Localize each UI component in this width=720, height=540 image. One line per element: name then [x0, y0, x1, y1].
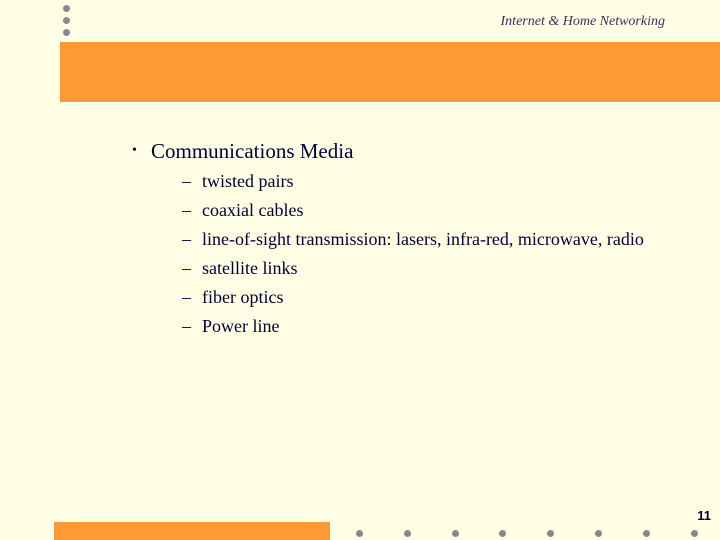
- bullet-icon: •: [132, 143, 137, 158]
- page-number: 11: [697, 508, 711, 523]
- list-item-text: Power line: [202, 316, 280, 336]
- header-accent-bar: [60, 42, 720, 102]
- decorative-dot: [499, 530, 506, 537]
- dash-icon: –: [182, 258, 191, 278]
- footer-accent-bar: [54, 522, 330, 540]
- list-item-text: coaxial cables: [202, 200, 304, 220]
- decorative-dot: [63, 5, 70, 12]
- dash-icon: –: [182, 229, 191, 249]
- decorative-dot: [356, 530, 363, 537]
- dash-icon: –: [182, 316, 191, 336]
- decorative-dot: [63, 17, 70, 24]
- list-item: – twisted pairs: [182, 167, 672, 196]
- slide-content: • Communications Media – twisted pairs –…: [132, 137, 672, 341]
- decorative-dot: [547, 530, 554, 537]
- list-item-text: twisted pairs: [202, 171, 294, 191]
- list-item-text: line-of-sight transmission: lasers, infr…: [202, 229, 644, 249]
- decorative-dot: [643, 530, 650, 537]
- list-item: – line-of-sight transmission: lasers, in…: [182, 225, 672, 254]
- list-item-text: satellite links: [202, 258, 298, 278]
- slide-heading: Communications Media: [151, 139, 354, 163]
- dash-icon: –: [182, 200, 191, 220]
- decorative-dot: [452, 530, 459, 537]
- header-title: Internet & Home Networking: [500, 14, 665, 29]
- decorative-dot: [404, 530, 411, 537]
- decorative-dot: [691, 530, 698, 537]
- decorative-dot: [63, 29, 70, 36]
- list-item-text: fiber optics: [202, 287, 284, 307]
- main-bullet: • Communications Media: [132, 137, 672, 165]
- list-item: – Power line: [182, 312, 672, 341]
- list-item: – satellite links: [182, 254, 672, 283]
- dash-icon: –: [182, 171, 191, 191]
- list-item: – fiber optics: [182, 283, 672, 312]
- list-item: – coaxial cables: [182, 196, 672, 225]
- dash-icon: –: [182, 287, 191, 307]
- decorative-dot: [595, 530, 602, 537]
